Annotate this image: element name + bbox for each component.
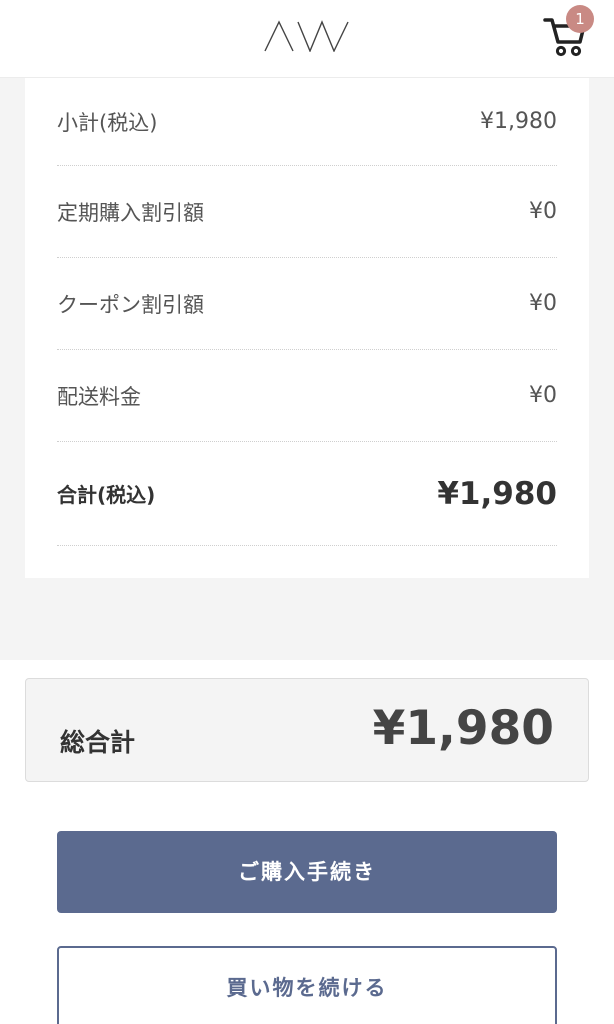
order-summary-section: 小計(税込) ¥1,980 定期購入割引額 ¥0 クーポン割引額 ¥0 配送料金…	[0, 78, 614, 660]
subscription-discount-value: ¥0	[529, 199, 557, 224]
subscription-discount-label: 定期購入割引額	[57, 200, 204, 225]
checkout-button[interactable]: ご購入手続き	[57, 831, 557, 913]
grand-total-value: ¥1,980	[372, 701, 554, 756]
subtotal-label: 小計(税込)	[57, 110, 158, 135]
site-header: 1	[0, 0, 614, 78]
total-label: 合計(税込)	[57, 483, 156, 507]
order-summary-card: 小計(税込) ¥1,980 定期購入割引額 ¥0 クーポン割引額 ¥0 配送料金…	[25, 78, 589, 578]
subtotal-value: ¥1,980	[480, 109, 557, 134]
shipping-fee-label: 配送料金	[57, 384, 141, 409]
subtotal-row: 小計(税込) ¥1,980	[57, 78, 557, 166]
coupon-discount-row: クーポン割引額 ¥0	[57, 258, 557, 350]
subscription-discount-row: 定期購入割引額 ¥0	[57, 166, 557, 258]
aw-logo-icon[interactable]	[264, 20, 350, 52]
total-row: 合計(税込) ¥1,980	[57, 442, 557, 546]
shipping-fee-value: ¥0	[529, 383, 557, 408]
coupon-discount-label: クーポン割引額	[57, 292, 204, 317]
grand-total-label: 総合計	[60, 728, 136, 757]
total-value: ¥1,980	[437, 475, 557, 512]
coupon-discount-value: ¥0	[529, 291, 557, 316]
shipping-fee-row: 配送料金 ¥0	[57, 350, 557, 442]
cart-count-badge: 1	[566, 5, 594, 33]
continue-shopping-button[interactable]: 買い物を続ける	[57, 946, 557, 1024]
grand-total-box: 総合計 ¥1,980	[25, 678, 589, 782]
